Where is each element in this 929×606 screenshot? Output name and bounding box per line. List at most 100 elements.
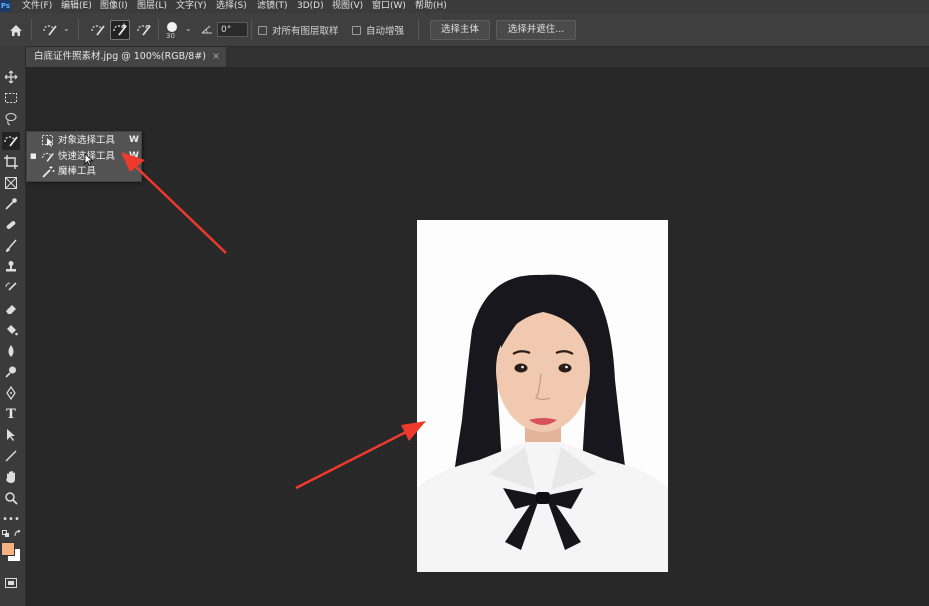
brush-preset-button[interactable]: [166, 18, 178, 32]
shortcut-key: W: [129, 151, 139, 161]
default-colors-icon[interactable]: [2, 530, 10, 538]
separator: [31, 19, 32, 40]
quick-select-subtract-icon: [137, 25, 151, 36]
object-selection-icon: [42, 135, 53, 147]
flyout-item-label: 对象选择工具: [58, 135, 116, 146]
angle-icon: [201, 25, 212, 34]
separator: [418, 19, 419, 40]
quick-select-icon: [4, 136, 18, 147]
lasso-tool[interactable]: [2, 110, 20, 128]
shortcut-key: W: [129, 135, 139, 145]
menu-window[interactable]: 窗口(W): [372, 0, 406, 13]
menu-bar: Ps 文件(F) 编辑(E) 图像(I) 图层(L) 文字(Y) 选择(S) 滤…: [0, 0, 929, 13]
app-logo: Ps: [0, 0, 11, 12]
path-select-icon: [7, 429, 15, 441]
type-icon: T: [6, 406, 16, 422]
chevron-down-icon[interactable]: ⌄: [63, 24, 70, 33]
menu-help[interactable]: 帮助(H): [415, 0, 447, 13]
zoom-icon: [5, 492, 18, 505]
pen-icon: [6, 386, 16, 400]
brush-tool[interactable]: [2, 237, 20, 255]
sample-all-layers-checkbox[interactable]: [258, 26, 267, 35]
close-tab-icon[interactable]: ×: [212, 51, 220, 62]
paint-bucket-tool[interactable]: [2, 321, 20, 339]
menu-edit[interactable]: 编辑(E): [61, 0, 92, 13]
history-brush-tool[interactable]: [2, 279, 20, 297]
menu-select[interactable]: 选择(S): [216, 0, 247, 13]
flyout-item-magic-wand[interactable]: 魔棒工具: [27, 164, 141, 179]
menu-3d[interactable]: 3D(D): [297, 0, 324, 13]
move-tool[interactable]: [2, 68, 20, 86]
type-tool[interactable]: T: [2, 405, 20, 423]
screen-mode-icon: [5, 578, 17, 588]
pen-tool[interactable]: [2, 384, 20, 402]
move-icon: [4, 70, 18, 84]
quick-selection-tool[interactable]: [2, 132, 20, 150]
foreground-color-swatch[interactable]: [1, 542, 15, 556]
document-tab[interactable]: 白底证件照素材.jpg @ 100%(RGB/8#) ×: [26, 47, 226, 67]
add-to-selection-button[interactable]: [110, 20, 130, 40]
angle-input[interactable]: 0°: [217, 22, 248, 37]
home-button[interactable]: [6, 20, 26, 40]
chevron-down-icon[interactable]: ⌄: [185, 24, 192, 33]
crop-tool[interactable]: [2, 153, 20, 171]
eraser-tool[interactable]: [2, 300, 20, 318]
document-tab-bar: 白底证件照素材.jpg @ 100%(RGB/8#) ×: [25, 47, 929, 67]
marquee-icon: [5, 93, 17, 103]
separator: [158, 19, 159, 40]
brush-icon: [6, 239, 17, 252]
menu-image[interactable]: 图像(I): [100, 0, 128, 13]
dodge-icon: [5, 366, 16, 378]
mouse-cursor-icon: [84, 153, 93, 166]
lasso-icon: [5, 113, 17, 126]
select-subject-button[interactable]: 选择主体: [430, 20, 490, 40]
eyedropper-icon: [5, 198, 17, 210]
menu-type[interactable]: 文字(Y): [176, 0, 207, 13]
flyout-item-object-selection[interactable]: 对象选择工具 W: [27, 133, 141, 148]
new-selection-button[interactable]: [88, 20, 108, 40]
subtract-from-selection-button[interactable]: [134, 20, 154, 40]
healing-brush-tool[interactable]: [2, 216, 20, 234]
hand-tool[interactable]: [2, 468, 20, 486]
document-title: 白底证件照素材.jpg @ 100%(RGB/8#): [34, 51, 207, 62]
menu-file[interactable]: 文件(F): [22, 0, 52, 13]
dodge-tool[interactable]: [2, 363, 20, 381]
blur-tool[interactable]: [2, 342, 20, 360]
line-tool[interactable]: [2, 447, 20, 465]
tool-preset-picker[interactable]: [40, 20, 60, 40]
edit-toolbar-button[interactable]: •••: [2, 510, 20, 528]
document-image[interactable]: [417, 220, 668, 572]
auto-enhance-checkbox[interactable]: [352, 26, 361, 35]
flyout-item-label: 魔棒工具: [58, 166, 97, 177]
clone-stamp-tool[interactable]: [2, 258, 20, 276]
eraser-icon: [6, 305, 16, 314]
frame-icon: [5, 177, 17, 189]
more-icon: •••: [2, 513, 20, 525]
path-selection-tool[interactable]: [2, 426, 20, 444]
separator: [78, 19, 79, 40]
history-brush-icon: [5, 282, 17, 291]
frame-tool[interactable]: [2, 174, 20, 192]
quick-select-icon: [91, 25, 105, 36]
line-icon: [5, 450, 17, 462]
magic-wand-icon: [42, 166, 55, 178]
zoom-tool[interactable]: [2, 489, 20, 507]
blur-icon: [8, 345, 14, 357]
home-icon: [10, 24, 22, 36]
menu-layer[interactable]: 图层(L): [137, 0, 167, 13]
select-and-mask-button[interactable]: 选择并遮住...: [496, 20, 576, 40]
eyedropper-tool[interactable]: [2, 195, 20, 213]
swap-colors-icon[interactable]: [14, 530, 22, 538]
options-bar: ⌄ 30 ⌄ 0° 对所有图层取样 自动增强 选择主体 选择并遮住...: [0, 13, 929, 47]
bucket-icon: [7, 325, 18, 336]
screen-mode-button[interactable]: [2, 574, 20, 592]
tools-panel: T •••: [0, 46, 26, 606]
marquee-tool[interactable]: [2, 89, 20, 107]
menu-view[interactable]: 视图(V): [332, 0, 363, 13]
menu-filter[interactable]: 滤镜(T): [257, 0, 288, 13]
portrait-photo: [417, 220, 668, 572]
crop-icon: [4, 155, 18, 169]
quick-select-icon: [42, 152, 54, 162]
quick-select-add-icon: [113, 23, 127, 36]
sample-all-layers-label: 对所有图层取样: [272, 26, 339, 37]
